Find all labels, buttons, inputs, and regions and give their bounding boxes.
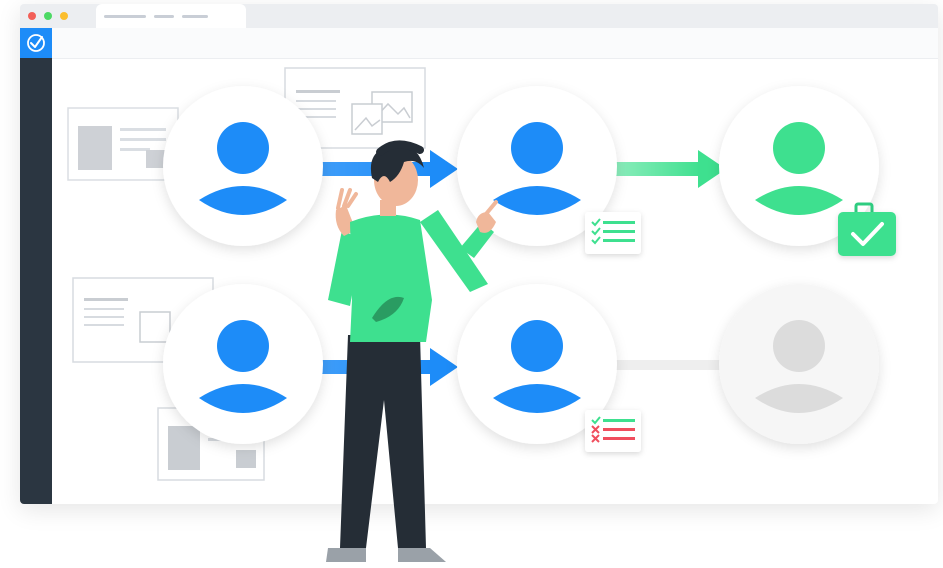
candidate-node-inactive[interactable] xyxy=(719,284,879,444)
pipeline-arrow-inactive xyxy=(615,360,725,370)
pipeline-arrow xyxy=(615,150,726,188)
wireframe-card xyxy=(67,107,179,181)
candidate-node[interactable] xyxy=(163,284,323,444)
candidate-node[interactable] xyxy=(163,86,323,246)
pipeline-scene xyxy=(67,67,896,562)
checklist-icon[interactable] xyxy=(585,410,641,452)
checklist-icon[interactable] xyxy=(585,212,641,254)
illustration-frame xyxy=(0,0,943,568)
